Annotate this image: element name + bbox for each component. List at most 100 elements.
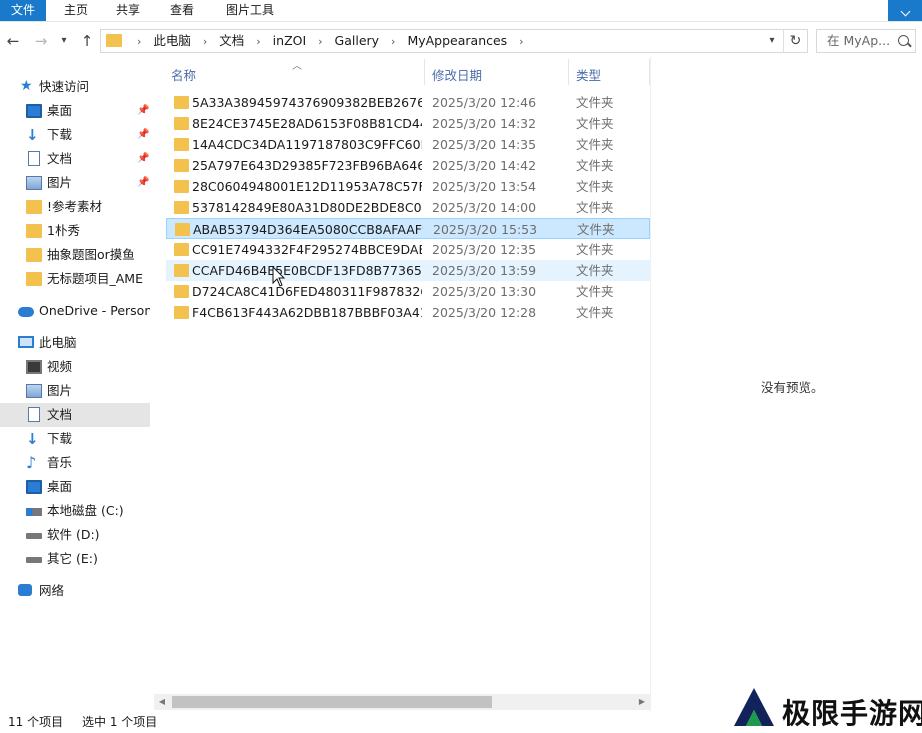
sidebar-item-onedrive[interactable]: OneDrive - Persona xyxy=(0,299,150,323)
sidebar-item-network[interactable]: 网络 xyxy=(0,579,150,603)
folder-icon xyxy=(26,272,42,286)
pin-icon[interactable]: 📌 xyxy=(137,99,149,123)
column-header-name[interactable]: 名称 xyxy=(171,65,196,84)
folder-icon xyxy=(106,34,122,47)
sidebar-item-pictures[interactable]: 图片 📌 xyxy=(0,171,150,195)
scrollbar-thumb[interactable] xyxy=(172,696,492,708)
search-box[interactable]: 在 MyAp... xyxy=(816,29,916,53)
sidebar-item-pc-documents[interactable]: 文档 xyxy=(0,403,150,427)
computer-icon xyxy=(18,336,34,348)
table-row[interactable]: 5378142849E80A31D80DE2BDE8C00... 2025/3/… xyxy=(166,197,650,218)
folder-icon xyxy=(26,248,42,262)
chevron-right-icon[interactable]: › xyxy=(256,35,260,48)
sidebar-item-desktop[interactable]: 桌面 📌 xyxy=(0,99,150,123)
table-row-hover[interactable]: CCAFD46B4E5E0BCDF13FD8B773655... 2025/3/… xyxy=(166,260,650,281)
folder-icon xyxy=(26,200,42,214)
table-row[interactable]: CC91E7494332F4F295274BBCE9DAE9... 2025/3… xyxy=(166,239,650,260)
folder-icon xyxy=(174,117,189,130)
tab-file[interactable]: 文件 xyxy=(0,0,46,21)
watermark-text: 极限手游网 xyxy=(782,697,922,730)
column-divider[interactable] xyxy=(424,59,425,85)
folder-icon xyxy=(174,285,189,298)
folder-icon xyxy=(174,96,189,109)
table-row[interactable]: D724CA8C41D6FED480311F9878326... 2025/3/… xyxy=(166,281,650,302)
sidebar-item-drive-e[interactable]: 其它 (E:) xyxy=(0,547,150,571)
tab-home[interactable]: 主页 xyxy=(56,0,96,21)
network-icon xyxy=(18,584,32,596)
sidebar-item-folder-1[interactable]: 1朴秀 xyxy=(0,219,150,243)
music-icon: ♪ xyxy=(26,453,37,472)
sidebar-item-pc-pictures[interactable]: 图片 xyxy=(0,379,150,403)
sidebar-item-documents[interactable]: 文档 📌 xyxy=(0,147,150,171)
table-row[interactable]: 28C0604948001E12D11953A78C57F2... 2025/3… xyxy=(166,176,650,197)
search-input[interactable]: 在 MyAp... xyxy=(827,30,890,52)
search-icon xyxy=(898,35,909,46)
folder-icon xyxy=(174,306,189,319)
column-divider[interactable] xyxy=(568,59,569,85)
breadcrumb: › 此电脑 › 文档 › inZOI › Gallery › MyAppeara… xyxy=(129,30,532,52)
refresh-icon[interactable]: ↻ xyxy=(783,30,807,52)
tab-picture-tools[interactable]: 图片工具 xyxy=(218,0,282,21)
scroll-right-arrow-icon[interactable]: ▶ xyxy=(634,694,650,710)
tab-share[interactable]: 共享 xyxy=(108,0,148,21)
pin-icon[interactable]: 📌 xyxy=(137,147,149,171)
sidebar-item-drive-c[interactable]: 本地磁盘 (C:) xyxy=(0,499,150,523)
forward-arrow-icon[interactable]: → xyxy=(30,30,52,52)
sidebar-item-quick-access[interactable]: ★ 快速访问 xyxy=(0,75,150,99)
folder-icon xyxy=(174,159,189,172)
cloud-icon xyxy=(18,307,34,317)
chevron-right-icon[interactable]: › xyxy=(203,35,207,48)
scroll-left-arrow-icon[interactable]: ◀ xyxy=(154,694,170,710)
tab-view[interactable]: 查看 xyxy=(162,0,202,21)
column-header-type[interactable]: 类型 xyxy=(576,65,601,84)
selected-count: 选中 1 个项目 xyxy=(82,715,158,729)
table-row[interactable]: 8E24CE3745E28AD6153F08B81CD441... 2025/3… xyxy=(166,113,650,134)
navigation-pane: ★ 快速访问 桌面 📌 ↓ 下载 📌 文档 📌 图片 📌 !参考素材 1朴秀 抽… xyxy=(0,72,152,708)
breadcrumb-myappearances[interactable]: MyAppearances xyxy=(407,33,507,48)
watermark: 极限手游网 xyxy=(732,686,922,730)
address-bar[interactable]: › 此电脑 › 文档 › inZOI › Gallery › MyAppeara… xyxy=(100,29,808,53)
sidebar-item-folder-untitled[interactable]: 无标题项目_AME xyxy=(0,267,150,291)
folder-icon xyxy=(174,243,189,256)
table-row[interactable]: 14A4CDC34DA1197187803C9FFC60E... 2025/3/… xyxy=(166,134,650,155)
pin-icon[interactable]: 📌 xyxy=(137,123,149,147)
desktop-icon xyxy=(26,480,42,494)
address-dropdown-chevron-icon[interactable]: ▾ xyxy=(765,30,779,52)
chevron-right-icon[interactable]: › xyxy=(391,35,395,48)
chevron-right-icon[interactable]: › xyxy=(519,35,523,48)
breadcrumb-gallery[interactable]: Gallery xyxy=(335,33,380,48)
chevron-right-icon[interactable]: › xyxy=(318,35,322,48)
horizontal-scrollbar[interactable]: ◀ ▶ xyxy=(154,694,650,710)
sidebar-item-this-pc[interactable]: 此电脑 xyxy=(0,331,150,355)
breadcrumb-inzoi[interactable]: inZOI xyxy=(273,33,306,48)
drive-icon xyxy=(26,508,42,516)
mouse-pointer-icon xyxy=(272,266,286,287)
recent-locations-chevron-icon[interactable]: ▾ xyxy=(56,30,72,52)
folder-icon xyxy=(174,180,189,193)
navigation-bar: ← → ▾ ↑ › 此电脑 › 文档 › inZOI › Gallery › M… xyxy=(0,26,922,56)
pin-icon[interactable]: 📌 xyxy=(137,171,149,195)
table-row[interactable]: 25A797E643D29385F723FB96BA6464... 2025/3… xyxy=(166,155,650,176)
expand-ribbon-button[interactable] xyxy=(888,0,922,21)
document-icon xyxy=(28,407,40,422)
item-count: 11 个项目 xyxy=(8,715,64,729)
table-row[interactable]: 5A33A38945974376909382BEB26769... 2025/3… xyxy=(166,92,650,113)
sidebar-item-drive-d[interactable]: 软件 (D:) xyxy=(0,523,150,547)
sidebar-item-downloads[interactable]: ↓ 下载 📌 xyxy=(0,123,150,147)
up-arrow-icon[interactable]: ↑ xyxy=(76,30,98,52)
table-row-selected[interactable]: ABAB53794D364EA5080CCB8AFAAF9... 2025/3/… xyxy=(166,218,650,239)
back-arrow-icon[interactable]: ← xyxy=(2,30,24,52)
sidebar-item-pc-downloads[interactable]: ↓ 下载 xyxy=(0,427,150,451)
sidebar-item-folder-abstract[interactable]: 抽象题图or摸鱼 xyxy=(0,243,150,267)
download-icon: ↓ xyxy=(26,126,39,144)
column-header-date[interactable]: 修改日期 xyxy=(432,65,482,84)
folder-icon xyxy=(174,264,189,277)
star-icon: ★ xyxy=(20,78,33,94)
sidebar-item-music[interactable]: ♪ 音乐 xyxy=(0,451,150,475)
breadcrumb-documents[interactable]: 文档 xyxy=(219,33,244,48)
sidebar-item-reference-assets[interactable]: !参考素材 xyxy=(0,195,150,219)
sidebar-item-pc-desktop[interactable]: 桌面 xyxy=(0,475,150,499)
breadcrumb-this-pc[interactable]: 此电脑 xyxy=(153,33,191,48)
sidebar-item-videos[interactable]: 视频 xyxy=(0,355,150,379)
table-row[interactable]: F4CB613F443A62DBB187BBBF03A41... 2025/3/… xyxy=(166,302,650,323)
